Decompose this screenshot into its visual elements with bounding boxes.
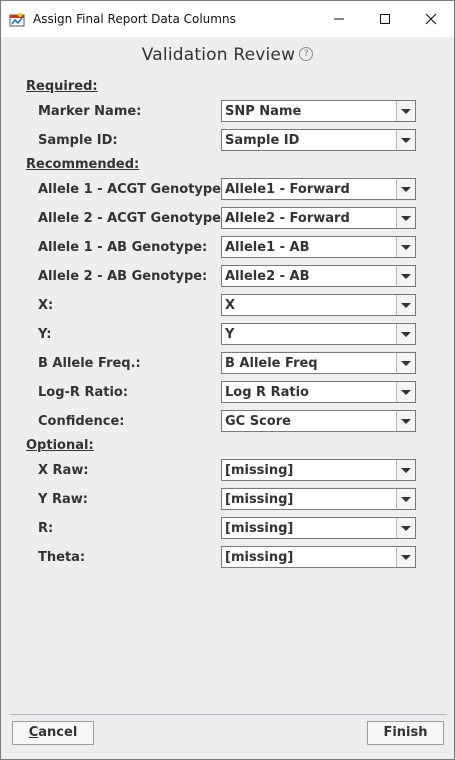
chevron-down-icon [401,389,411,395]
field-label-allele1-acgt: Allele 1 - ACGT Genotype: [38,182,227,197]
cancel-button[interactable]: Cancel [12,721,94,745]
dropdown-button[interactable] [396,101,415,121]
select-value: SNP Name [225,104,302,119]
y-select[interactable]: Y [221,323,416,345]
dropdown-button[interactable] [396,411,415,431]
dropdown-button[interactable] [396,295,415,315]
select-value: Allele1 - Forward [225,182,350,197]
chevron-down-icon [401,360,411,366]
dropdown-button[interactable] [396,460,415,480]
close-icon [425,13,437,25]
chevron-down-icon [401,215,411,221]
finish-button[interactable]: Finish [367,721,444,745]
select-value: GC Score [225,414,291,429]
dropdown-button[interactable] [396,518,415,538]
chevron-down-icon [401,496,411,502]
section-required: Required: [26,79,98,94]
chevron-down-icon [401,302,411,308]
dropdown-button[interactable] [396,130,415,150]
field-label-theta: Theta: [38,550,86,565]
dialog-title: Validation Review [141,45,296,65]
field-label-log-r-ratio: Log-R Ratio: [38,385,129,400]
field-label-allele2-acgt: Allele 2 - ACGT Genotype: [38,211,227,226]
maximize-button[interactable] [362,1,408,37]
dropdown-button[interactable] [396,208,415,228]
confidence-select[interactable]: GC Score [221,410,416,432]
window-title: Assign Final Report Data Columns [33,12,236,26]
x-raw-select[interactable]: [missing] [221,459,416,481]
cancel-mnemonic: C [28,725,39,740]
dialog-window: Assign Final Report Data Columns Validat… [0,0,455,760]
theta-select[interactable]: [missing] [221,546,416,568]
chevron-down-icon [401,525,411,531]
dropdown-button[interactable] [396,547,415,567]
minimize-icon [334,18,344,20]
dialog-heading: Validation Review? [1,45,454,65]
select-value: Allele2 - AB [225,269,310,284]
title-bar: Assign Final Report Data Columns [1,1,454,37]
field-label-y: Y: [38,327,52,342]
footer-separator [10,714,447,715]
dropdown-button[interactable] [396,353,415,373]
allele2-acgt-select[interactable]: Allele2 - Forward [221,207,416,229]
r-select[interactable]: [missing] [221,517,416,539]
chevron-down-icon [401,418,411,424]
select-value: [missing] [225,521,294,536]
app-icon [9,13,25,27]
chevron-down-icon [401,108,411,114]
field-label-y-raw: Y Raw: [38,492,88,507]
field-label-b-allele-freq: B Allele Freq.: [38,356,141,371]
x-select[interactable]: X [221,294,416,316]
select-value: [missing] [225,550,294,565]
select-value: Allele1 - AB [225,240,310,255]
select-value: B Allele Freq [225,356,318,371]
chevron-down-icon [401,554,411,560]
allele2-ab-select[interactable]: Allele2 - AB [221,265,416,287]
help-icon[interactable]: ? [299,47,314,61]
dropdown-button[interactable] [396,324,415,344]
allele1-ab-select[interactable]: Allele1 - AB [221,236,416,258]
field-label-r: R: [38,521,54,536]
chevron-down-icon [401,331,411,337]
sample-id-select[interactable]: Sample ID [221,129,416,151]
field-label-marker-name: Marker Name: [38,104,142,119]
select-value: [missing] [225,492,294,507]
dropdown-button[interactable] [396,237,415,257]
dropdown-button[interactable] [396,489,415,509]
chevron-down-icon [401,467,411,473]
select-value: Y [225,327,235,342]
log-r-ratio-select[interactable]: Log R Ratio [221,381,416,403]
y-raw-select[interactable]: [missing] [221,488,416,510]
section-recommended: Recommended: [26,157,140,172]
chevron-down-icon [401,186,411,192]
dropdown-button[interactable] [396,179,415,199]
section-optional: Optional: [26,438,94,453]
marker-name-select[interactable]: SNP Name [221,100,416,122]
select-value: Log R Ratio [225,385,309,400]
select-value: Allele2 - Forward [225,211,350,226]
field-label-sample-id: Sample ID: [38,133,118,148]
chevron-down-icon [401,244,411,250]
dropdown-button[interactable] [396,266,415,286]
field-label-allele1-ab: Allele 1 - AB Genotype: [38,240,208,255]
field-label-x-raw: X Raw: [38,463,89,478]
b-allele-freq-select[interactable]: B Allele Freq [221,352,416,374]
select-value: Sample ID [225,133,300,148]
field-label-x: X: [38,298,54,313]
maximize-icon [380,14,390,24]
chevron-down-icon [401,273,411,279]
allele1-acgt-select[interactable]: Allele1 - Forward [221,178,416,200]
close-button[interactable] [408,1,454,37]
select-value: X [225,298,236,313]
minimize-button[interactable] [316,1,362,37]
cancel-label: ancel [38,725,78,740]
select-value: [missing] [225,463,294,478]
dropdown-button[interactable] [396,382,415,402]
field-label-allele2-ab: Allele 2 - AB Genotype: [38,269,208,284]
chevron-down-icon [401,137,411,143]
field-label-confidence: Confidence: [38,414,125,429]
